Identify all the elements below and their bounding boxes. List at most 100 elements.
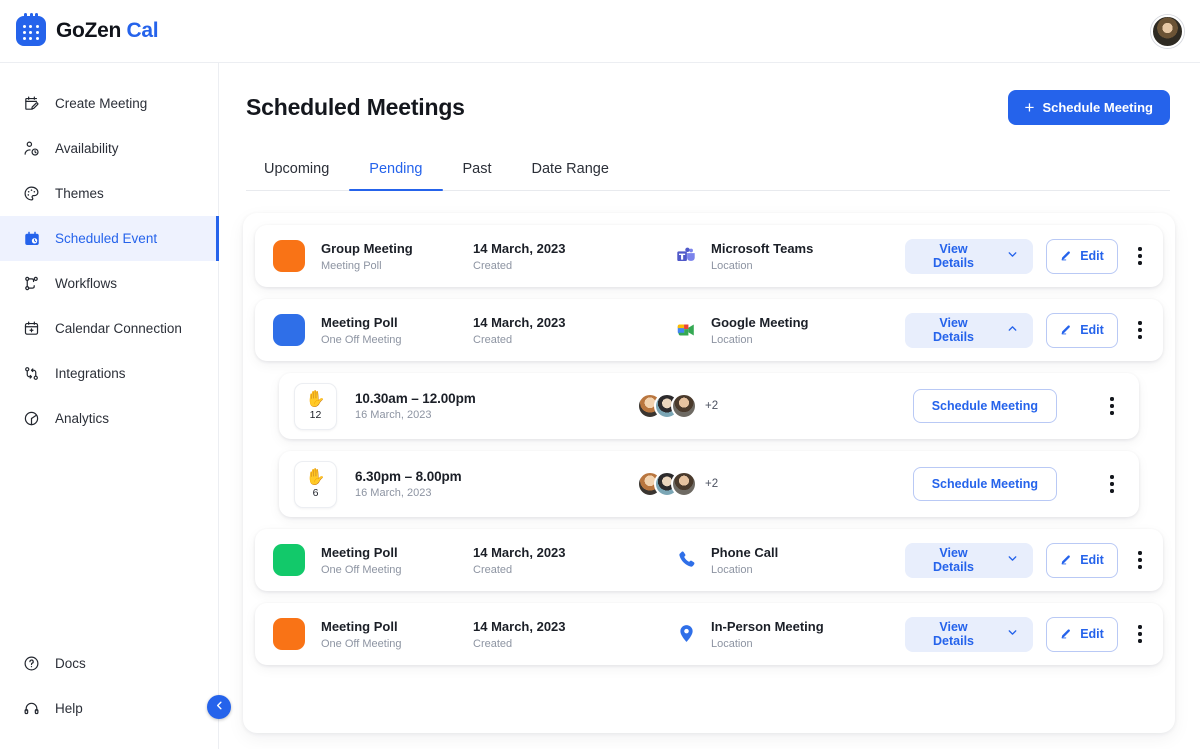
sidebar-item-themes[interactable]: Themes: [0, 171, 218, 216]
table-row[interactable]: Meeting Poll One Off Meeting 14 March, 2…: [255, 603, 1163, 665]
meeting-title: Group Meeting: [321, 241, 413, 257]
pencil-icon: [1060, 626, 1073, 642]
view-details-label: View Details: [933, 242, 974, 270]
sidebar-item-workflows[interactable]: Workflows: [0, 261, 218, 306]
view-details-label: View Details: [933, 316, 974, 344]
sidebar-collapse-button[interactable]: [207, 695, 231, 719]
meeting-date: 14 March, 2023: [473, 619, 566, 635]
sidebar-item-label: Docs: [55, 656, 86, 671]
meeting-date-label: Created: [473, 259, 513, 272]
sidebar-item-availability[interactable]: Availability: [0, 126, 218, 171]
page-title: Scheduled Meetings: [246, 94, 465, 120]
view-details-button[interactable]: View Details: [905, 542, 1033, 578]
view-details-button[interactable]: View Details: [905, 238, 1033, 274]
meeting-type: Meeting Poll: [321, 259, 382, 272]
chevron-up-icon: [1006, 322, 1019, 338]
meeting-location-cell: Google Meeting Location: [673, 314, 888, 346]
slot-time-range: 6.30pm – 8.00pm: [355, 469, 462, 484]
row-actions: Schedule Meeting: [912, 389, 1125, 423]
workflow-icon: [22, 274, 41, 293]
sidebar-item-label: Availability: [55, 141, 119, 156]
meeting-type: One Off Meeting: [321, 563, 402, 576]
meeting-location-label: Location: [711, 333, 753, 346]
edit-label: Edit: [1080, 249, 1104, 263]
microsoft-teams-icon: [673, 243, 699, 269]
sidebar-item-label: Create Meeting: [55, 96, 148, 111]
page-header: Scheduled Meetings + Schedule Meeting: [219, 63, 1200, 125]
sidebar-item-analytics[interactable]: Analytics: [0, 396, 218, 441]
row-actions: View Details Edit: [905, 312, 1149, 348]
meeting-location-label: Location: [711, 259, 753, 272]
kebab-menu-icon[interactable]: [1131, 242, 1149, 270]
kebab-menu-icon[interactable]: [1103, 470, 1121, 498]
table-row[interactable]: Meeting Poll One Off Meeting 14 March, 2…: [255, 529, 1163, 591]
meeting-color-swatch: [273, 314, 305, 346]
meeting-title-cell: Meeting Poll One Off Meeting: [321, 618, 473, 650]
tab-upcoming[interactable]: Upcoming: [246, 152, 349, 190]
edit-button[interactable]: Edit: [1046, 616, 1118, 652]
meeting-location-cell: In-Person Meeting Location: [673, 618, 888, 650]
chevron-left-icon: [214, 700, 225, 714]
schedule-meeting-row-button[interactable]: Schedule Meeting: [912, 389, 1057, 423]
edit-button[interactable]: Edit: [1046, 542, 1118, 578]
view-details-label: View Details: [933, 620, 974, 648]
row-actions: View Details Edit: [905, 238, 1149, 274]
sidebar-item-label: Help: [55, 701, 83, 716]
attendee-avatars[interactable]: +2: [637, 471, 718, 497]
sidebar-item-docs[interactable]: Docs: [0, 641, 218, 686]
table-row[interactable]: Group Meeting Meeting Poll 14 March, 202…: [255, 225, 1163, 287]
integrations-icon: [22, 364, 41, 383]
kebab-menu-icon[interactable]: [1131, 620, 1149, 648]
schedule-meeting-row-button[interactable]: Schedule Meeting: [912, 467, 1057, 501]
sidebar-item-label: Calendar Connection: [55, 321, 182, 336]
schedule-meeting-button[interactable]: + Schedule Meeting: [1007, 90, 1170, 125]
meeting-location: In-Person Meeting: [711, 619, 824, 635]
meeting-date: 14 March, 2023: [473, 241, 566, 257]
sidebar-bottom-nav: Docs Help: [0, 641, 218, 731]
edit-label: Edit: [1080, 553, 1104, 567]
edit-button[interactable]: Edit: [1046, 238, 1118, 274]
view-details-button[interactable]: View Details: [905, 616, 1033, 652]
vote-count: 6: [312, 486, 319, 499]
plus-icon: +: [1024, 97, 1035, 117]
tab-bar: Upcoming Pending Past Date Range: [246, 152, 1170, 191]
meeting-title-cell: Meeting Poll One Off Meeting: [321, 314, 473, 346]
edit-button[interactable]: Edit: [1046, 312, 1118, 348]
tab-date-range[interactable]: Date Range: [512, 152, 629, 190]
slot-date: 16 March, 2023: [355, 409, 432, 421]
table-row[interactable]: ✋ 12 10.30am – 12.00pm 16 March, 2023 +2…: [279, 373, 1139, 439]
meeting-date-label: Created: [473, 637, 513, 650]
person-clock-icon: [22, 139, 41, 158]
tab-pending[interactable]: Pending: [349, 152, 443, 191]
kebab-menu-icon[interactable]: [1131, 546, 1149, 574]
kebab-menu-icon[interactable]: [1131, 316, 1149, 344]
slot-info: 10.30am – 12.00pm 16 March, 2023: [355, 391, 625, 421]
view-details-label: View Details: [933, 546, 974, 574]
tab-past[interactable]: Past: [443, 152, 512, 190]
sidebar-item-label: Integrations: [55, 366, 126, 381]
sidebar-item-scheduled-event[interactable]: Scheduled Event: [0, 216, 219, 261]
brand-logo[interactable]: GoZen Cal: [0, 13, 159, 46]
table-row[interactable]: ✋ 6 6.30pm – 8.00pm 16 March, 2023 +2 Sc…: [279, 451, 1139, 517]
sidebar-item-create-meeting[interactable]: Create Meeting: [0, 81, 218, 126]
pencil-icon: [1060, 552, 1073, 568]
attendee-avatars[interactable]: +2: [637, 393, 718, 419]
meeting-location-cell: Microsoft Teams Location: [673, 240, 888, 272]
google-meet-icon: [673, 317, 699, 343]
chevron-down-icon: [1006, 248, 1019, 264]
kebab-menu-icon[interactable]: [1103, 392, 1121, 420]
meeting-date: 14 March, 2023: [473, 545, 566, 561]
calendar-clock-icon: [22, 229, 41, 248]
sidebar-item-label: Scheduled Event: [55, 231, 158, 246]
sidebar-item-calendar-connection[interactable]: Calendar Connection: [0, 306, 218, 351]
sidebar-item-integrations[interactable]: Integrations: [0, 351, 218, 396]
sidebar-item-help[interactable]: Help: [0, 686, 218, 731]
view-details-button[interactable]: View Details: [905, 312, 1033, 348]
table-row[interactable]: Meeting Poll One Off Meeting 14 March, 2…: [255, 299, 1163, 361]
edit-label: Edit: [1080, 323, 1104, 337]
avatar: [671, 471, 697, 497]
user-avatar[interactable]: [1151, 15, 1184, 48]
main-content: Scheduled Meetings + Schedule Meeting Up…: [219, 63, 1200, 749]
attendees-overflow-count: +2: [705, 400, 719, 412]
meetings-list: Group Meeting Meeting Poll 14 March, 202…: [243, 213, 1175, 733]
